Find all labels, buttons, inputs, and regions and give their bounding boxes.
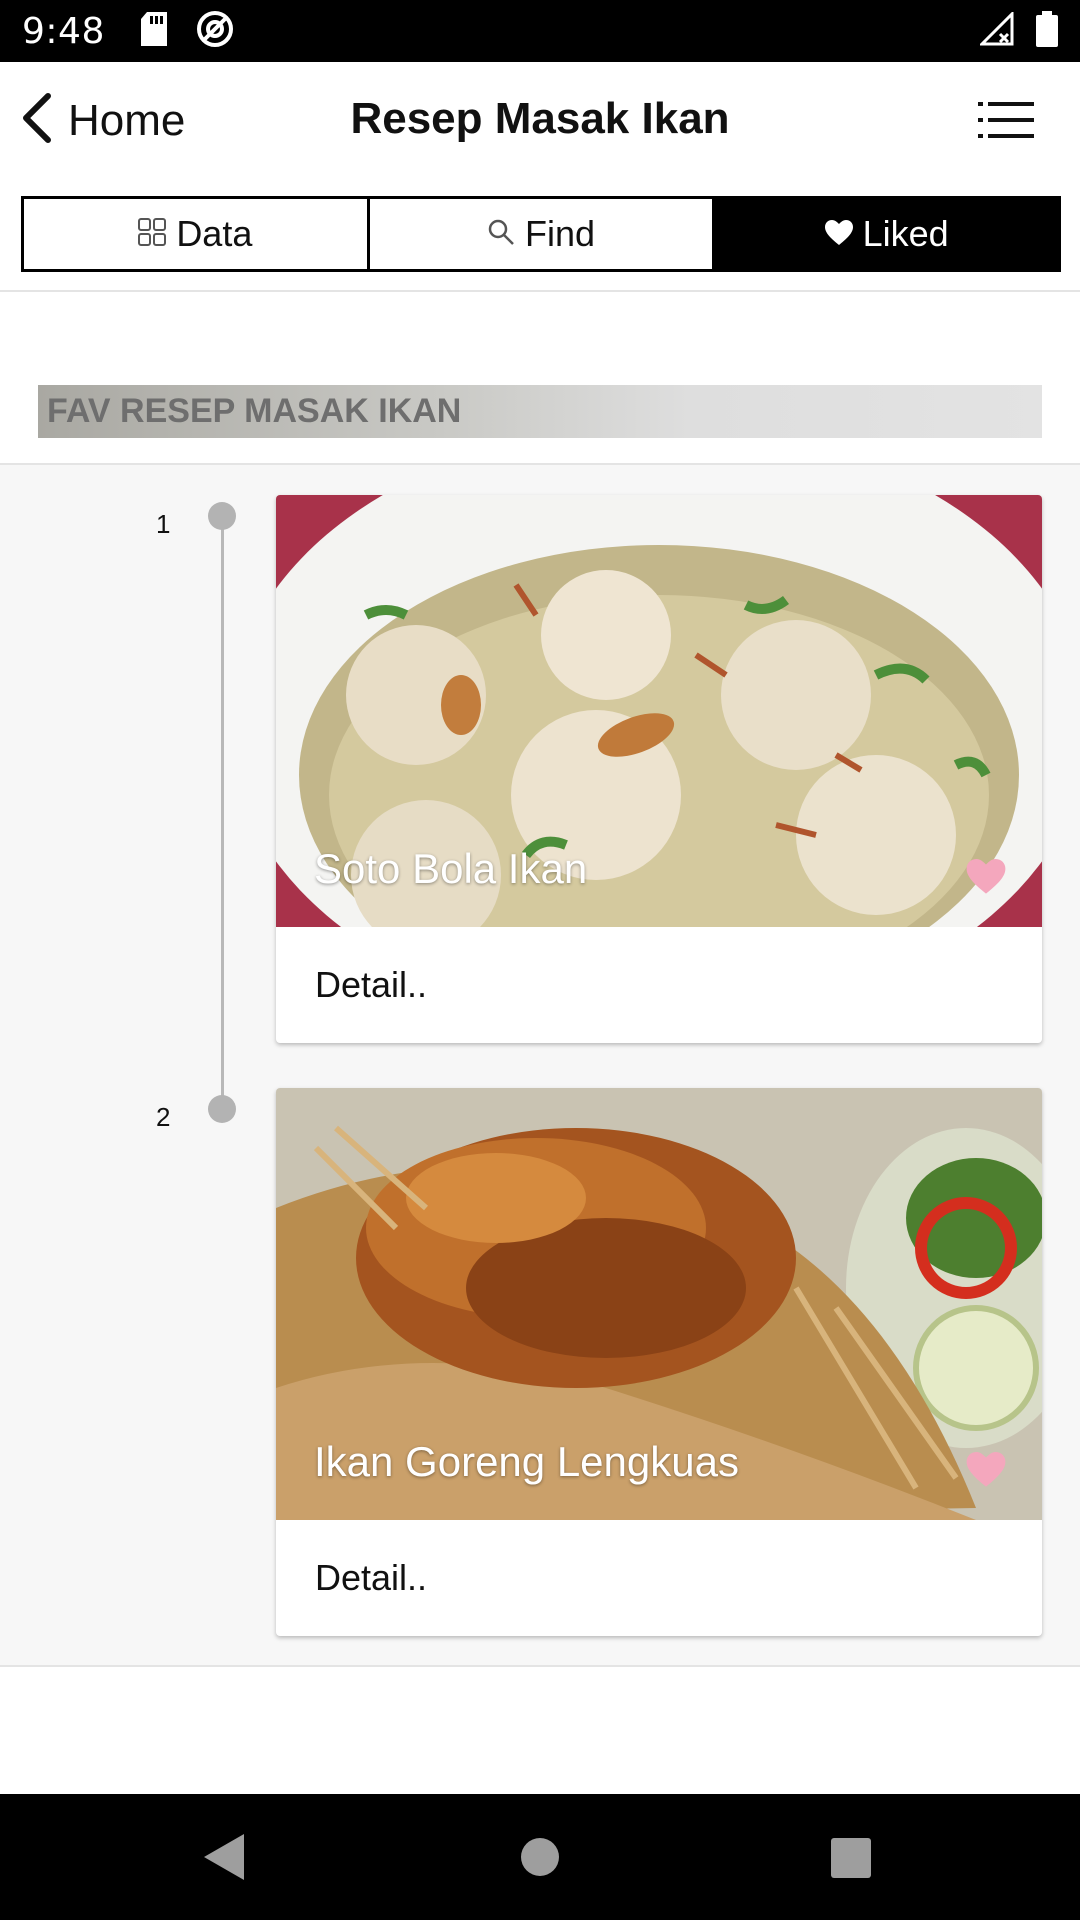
signal-off-icon [978, 9, 1014, 51]
detail-link[interactable]: Detail.. [276, 1520, 1042, 1636]
status-bar: 9:48 [0, 0, 1080, 62]
heart-icon [824, 213, 853, 255]
heart-icon[interactable] [966, 1452, 1006, 1488]
recents-square-icon[interactable] [831, 1838, 871, 1883]
timeline-line [221, 516, 224, 1109]
detail-link[interactable]: Detail.. [276, 927, 1042, 1043]
tab-liked-label: Liked [862, 213, 949, 254]
recipe-title: Ikan Goreng Lengkuas [314, 1438, 739, 1485]
liked-list: 1 Soto Bola Ikan Detail.. 2 Ikan Goreng … [0, 465, 1080, 1665]
app-header: Home Resep Masak Ikan [0, 62, 1080, 176]
back-button[interactable]: Home [18, 92, 185, 149]
battery-icon [1036, 10, 1058, 52]
list-menu-button[interactable] [978, 102, 1034, 143]
tab-liked[interactable]: Liked [712, 199, 1059, 269]
tab-bar: Data Find Liked [21, 196, 1061, 272]
at-sign-icon [195, 9, 235, 54]
recipe-image: Soto Bola Ikan [276, 495, 1042, 927]
tab-find[interactable]: Find [366, 199, 713, 269]
tab-data[interactable]: Data [24, 199, 367, 269]
divider [0, 290, 1080, 292]
chevron-left-icon [18, 92, 54, 149]
timeline-dot [208, 1095, 236, 1123]
recipe-image: Ikan Goreng Lengkuas [276, 1088, 1042, 1520]
grid-icon [138, 213, 167, 255]
section-header: FAV RESEP MASAK IKAN [38, 385, 1042, 438]
system-nav-bar [0, 1794, 1080, 1920]
heart-icon[interactable] [966, 859, 1006, 895]
home-circle-icon[interactable] [521, 1838, 559, 1881]
recipe-title: Soto Bola Ikan [314, 845, 588, 892]
status-time: 9:48 [22, 10, 105, 52]
list-menu-icon [978, 102, 1034, 142]
divider [0, 1665, 1080, 1667]
sd-card-icon [139, 11, 169, 51]
item-index: 1 [156, 509, 171, 539]
tab-data-label: Data [176, 213, 253, 254]
tab-find-label: Find [524, 213, 596, 254]
item-index: 2 [156, 1102, 171, 1132]
section-title: FAV RESEP MASAK IKAN [47, 392, 462, 430]
back-triangle-icon[interactable] [204, 1834, 244, 1885]
timeline-dot [208, 502, 236, 530]
back-label: Home [68, 95, 186, 145]
search-icon [487, 213, 515, 255]
recipe-card[interactable]: Ikan Goreng Lengkuas Detail.. [276, 1088, 1042, 1636]
recipe-card[interactable]: Soto Bola Ikan Detail.. [276, 495, 1042, 1043]
